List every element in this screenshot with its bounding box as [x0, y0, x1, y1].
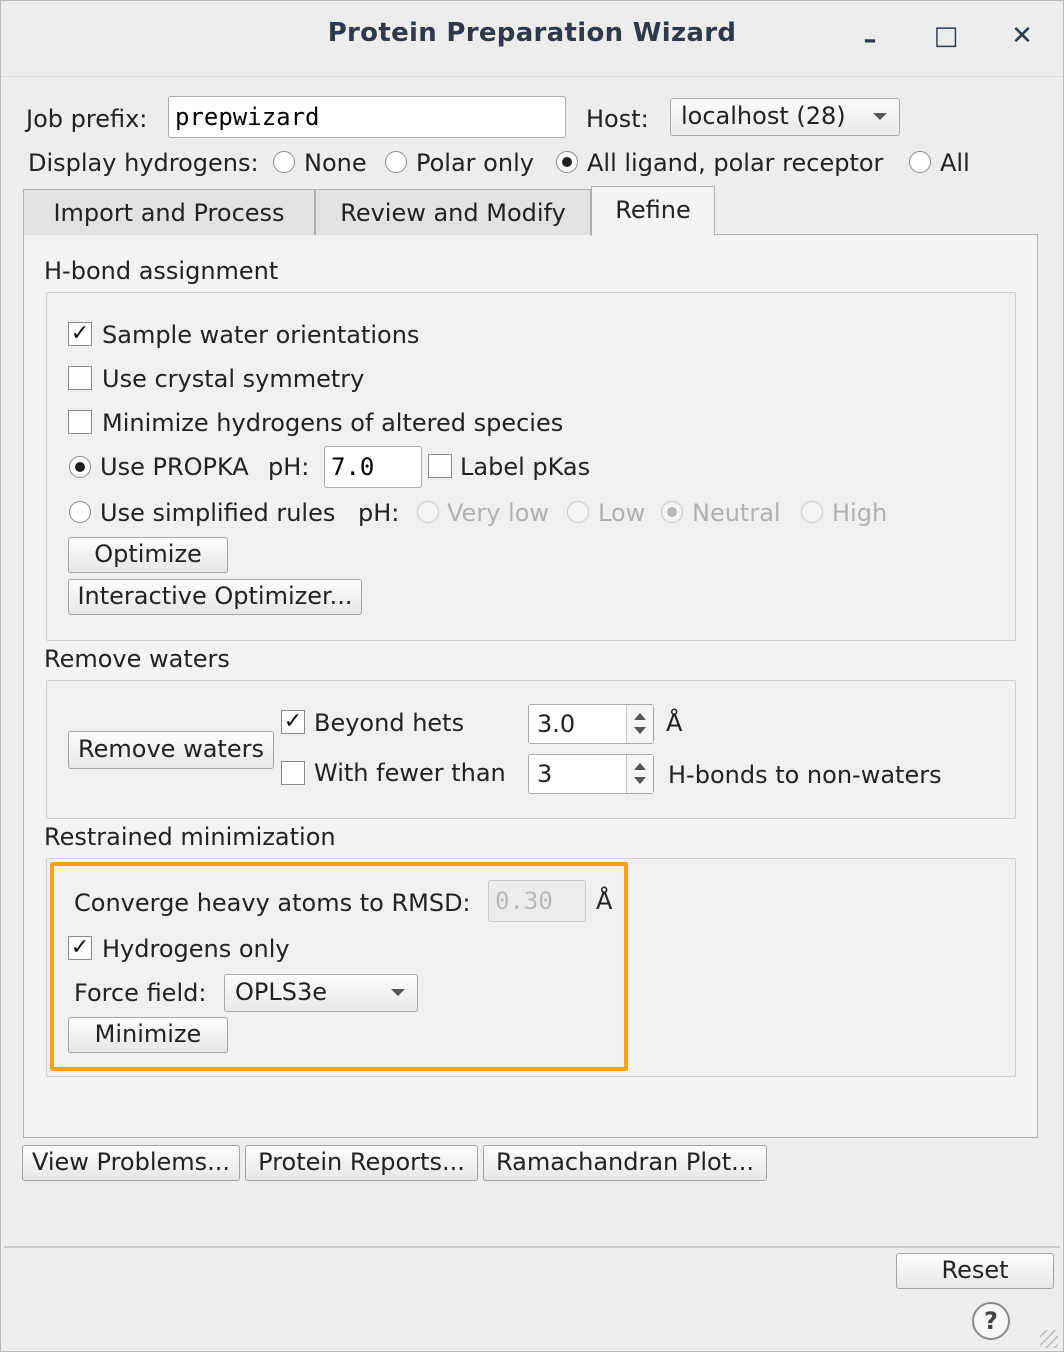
- minimization-section-title: Restrained minimization: [44, 823, 336, 851]
- tab-refine[interactable]: Refine: [591, 186, 715, 236]
- hydrogens-only-checkbox[interactable]: ✓: [68, 936, 92, 960]
- label-pkas-label: Label pKas: [460, 453, 591, 481]
- beyond-hets-unit: Å: [666, 709, 683, 737]
- hydrogens-only-label: Hydrogens only: [102, 935, 290, 963]
- beyond-hets-checkbox[interactable]: ✓: [281, 710, 305, 734]
- ph-neutral-radio[interactable]: [661, 501, 683, 523]
- optimize-button[interactable]: Optimize: [68, 537, 228, 573]
- radio-hydrogens-ligand-polar-label: All ligand, polar receptor: [587, 149, 884, 177]
- ph-low-radio[interactable]: [567, 501, 589, 523]
- ramachandran-plot-button[interactable]: Ramachandran Plot...: [483, 1145, 767, 1181]
- host-label: Host:: [586, 105, 649, 133]
- simplified-ph-label: pH:: [358, 499, 400, 527]
- ph-low-label: Low: [598, 499, 646, 527]
- protein-reports-button[interactable]: Protein Reports...: [245, 1145, 478, 1181]
- simplified-rules-label: Use simplified rules: [100, 499, 336, 527]
- minimize-hydrogens-checkbox[interactable]: [68, 410, 92, 434]
- help-icon[interactable]: ?: [972, 1302, 1010, 1340]
- radio-hydrogens-all-label: All: [940, 149, 970, 177]
- minimize-hydrogens-label: Minimize hydrogens of altered species: [102, 409, 564, 437]
- window-title: Protein Preparation Wizard: [327, 18, 737, 48]
- view-problems-button[interactable]: View Problems...: [22, 1145, 240, 1181]
- simplified-rules-radio[interactable]: [69, 501, 91, 523]
- chevron-down-icon: [391, 989, 405, 996]
- radio-hydrogens-all[interactable]: [909, 151, 931, 173]
- ph-high-radio[interactable]: [801, 501, 823, 523]
- tab-review-modify[interactable]: Review and Modify: [315, 189, 591, 235]
- host-select[interactable]: localhost (28): [670, 98, 900, 136]
- rmsd-label: Converge heavy atoms to RMSD:: [74, 889, 471, 917]
- fewer-than-value: 3: [537, 760, 553, 788]
- job-prefix-input[interactable]: [168, 96, 566, 138]
- radio-hydrogens-polar-label: Polar only: [416, 149, 534, 177]
- beyond-hets-value: 3.0: [537, 710, 576, 738]
- fewer-than-spinbox[interactable]: 3: [528, 754, 654, 794]
- display-hydrogens-label: Display hydrogens:: [28, 149, 259, 177]
- rmsd-unit: Å: [596, 887, 613, 915]
- crystal-symmetry-checkbox[interactable]: [68, 366, 92, 390]
- radio-hydrogens-none[interactable]: [273, 151, 295, 173]
- force-field-select[interactable]: OPLS3e: [224, 974, 418, 1012]
- interactive-optimizer-button[interactable]: Interactive Optimizer...: [68, 579, 362, 615]
- maximize-icon[interactable]: □: [926, 16, 966, 56]
- rmsd-input[interactable]: [488, 880, 586, 922]
- spin-arrows-icon[interactable]: [626, 755, 653, 793]
- crystal-symmetry-label: Use crystal symmetry: [102, 365, 365, 393]
- fewer-than-suffix: H-bonds to non-waters: [668, 761, 942, 789]
- ph-neutral-label: Neutral: [692, 499, 781, 527]
- fewer-than-label: With fewer than: [314, 759, 506, 787]
- minimize-button[interactable]: Minimize: [68, 1017, 228, 1053]
- tab-import-process[interactable]: Import and Process: [23, 189, 315, 235]
- ph-very-low-label: Very low: [447, 499, 549, 527]
- close-icon[interactable]: ✕: [1002, 16, 1042, 56]
- propka-label: Use PROPKA: [100, 453, 249, 481]
- beyond-hets-label: Beyond hets: [314, 709, 465, 737]
- reset-button[interactable]: Reset: [896, 1253, 1054, 1289]
- sample-water-label: Sample water orientations: [102, 321, 420, 349]
- radio-hydrogens-ligand-polar[interactable]: [556, 151, 578, 173]
- beyond-hets-spinbox[interactable]: 3.0: [528, 704, 654, 744]
- hbond-section-title: H-bond assignment: [44, 257, 279, 285]
- propka-ph-label: pH:: [268, 453, 310, 481]
- label-pkas-checkbox[interactable]: [428, 454, 452, 478]
- remove-waters-section-title: Remove waters: [44, 645, 230, 673]
- ph-very-low-radio[interactable]: [417, 501, 439, 523]
- radio-hydrogens-none-label: None: [304, 149, 367, 177]
- sample-water-checkbox[interactable]: ✓: [68, 322, 92, 346]
- chevron-down-icon: [873, 113, 887, 120]
- ph-high-label: High: [832, 499, 888, 527]
- footer-separator: [4, 1246, 1060, 1248]
- minimize-icon[interactable]: –: [850, 20, 890, 60]
- propka-ph-input[interactable]: [324, 446, 422, 488]
- force-field-value: OPLS3e: [235, 978, 328, 1006]
- spin-arrows-icon[interactable]: [626, 705, 653, 743]
- job-prefix-label: Job prefix:: [26, 105, 148, 133]
- remove-waters-button[interactable]: Remove waters: [68, 731, 274, 769]
- propka-radio[interactable]: [69, 456, 91, 478]
- host-value: localhost (28): [681, 102, 846, 130]
- fewer-than-checkbox[interactable]: [281, 761, 305, 785]
- force-field-label: Force field:: [74, 979, 207, 1007]
- resize-grip-icon[interactable]: [1040, 1330, 1058, 1348]
- radio-hydrogens-polar[interactable]: [385, 151, 407, 173]
